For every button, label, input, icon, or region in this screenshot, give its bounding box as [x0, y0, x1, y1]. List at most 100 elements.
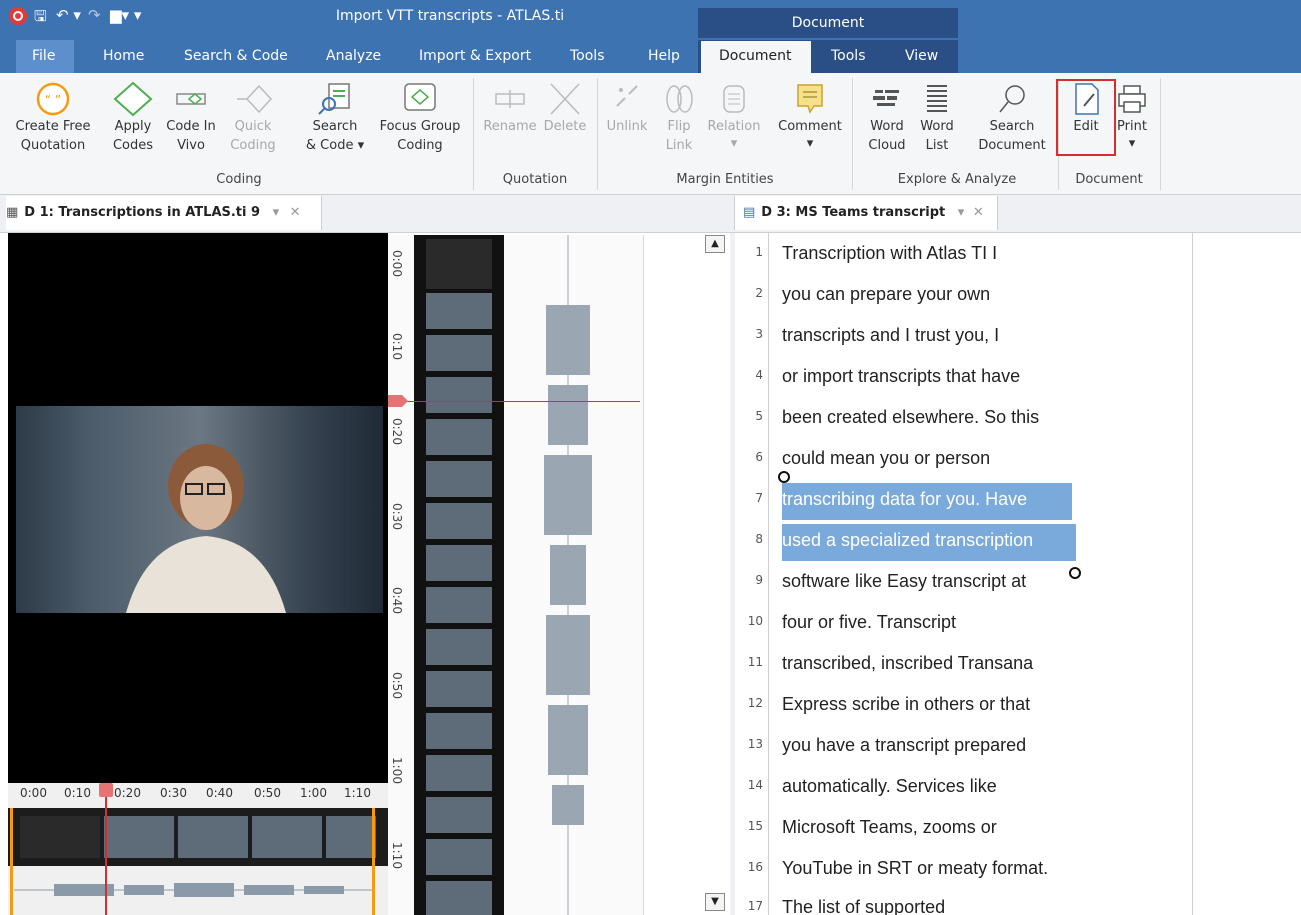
separator [597, 78, 598, 190]
search-code-button[interactable]: Search & Code ▾ [300, 82, 370, 156]
tab-tools[interactable]: Tools [570, 48, 605, 64]
transcript-line-selected[interactable]: used a specialized transcription [782, 530, 1033, 551]
tab-menu-icon[interactable]: ▾ [958, 205, 965, 220]
tab-tools-context[interactable]: Tools [831, 48, 866, 64]
quotation-group-label: Quotation [502, 172, 568, 187]
quick-coding-button[interactable]: Quick Coding [226, 82, 280, 156]
line-number: 10 [747, 614, 763, 628]
relation-button[interactable]: Relation ▾ [704, 82, 764, 154]
playhead-handle[interactable] [99, 783, 113, 797]
transcript-line[interactable]: Microsoft Teams, zooms or [782, 817, 997, 838]
unlink-button[interactable]: Unlink [604, 82, 650, 137]
ruler-label: 0:30 [390, 503, 404, 530]
coding-group-label: Coding [216, 172, 262, 187]
gutter-line [768, 233, 769, 915]
transcript-line[interactable]: transcribed, inscribed Transana [782, 653, 1033, 674]
transcript-line[interactable]: software like Easy transcript at [782, 571, 1026, 592]
quick-access-icon[interactable]: ▆▾ ▾ [110, 6, 141, 24]
horizontal-waveform [14, 878, 372, 902]
ruler-label: 0:10 [390, 333, 404, 360]
transcript-line[interactable]: you have a transcript prepared [782, 735, 1026, 756]
word-cloud-button[interactable]: Word Cloud [862, 82, 912, 156]
transcript-line[interactable]: could mean you or person [782, 448, 990, 469]
line-number: 7 [755, 491, 763, 505]
timeline-label: 1:10 [344, 786, 371, 800]
vertical-waveform [504, 235, 644, 915]
rename-button[interactable]: Rename [480, 82, 540, 137]
ruler-label: 0:20 [390, 418, 404, 445]
transcript-line[interactable]: been created elsewhere. So this [782, 407, 1039, 428]
divider [643, 235, 644, 915]
code-in-vivo-button[interactable]: Code In Vivo [162, 82, 220, 156]
line-number: 2 [755, 286, 763, 300]
print-icon [1118, 85, 1146, 113]
line-number: 12 [747, 696, 763, 710]
timeline-label: 0:20 [114, 786, 141, 800]
timeline-label: 0:50 [254, 786, 281, 800]
left-scrollbar[interactable] [702, 233, 728, 915]
tab-search-code[interactable]: Search & Code [184, 48, 288, 64]
line-number: 9 [755, 573, 763, 587]
flip-link-button[interactable]: Flip Link [656, 82, 702, 156]
transcript-line[interactable]: you can prepare your own [782, 284, 990, 305]
transcript-line[interactable]: automatically. Services like [782, 776, 997, 797]
tab-document[interactable]: Document [719, 48, 792, 64]
undo-icon[interactable]: ↶ ▾ [56, 6, 81, 24]
transcript-line[interactable]: Express scribe in others or that [782, 694, 1030, 715]
transcript-line[interactable]: The list of supported [782, 897, 945, 915]
doc-tab-right[interactable]: ▤ D 3: MS Teams transcript ▾ ✕ [734, 196, 998, 230]
video-frame [16, 406, 383, 613]
tab-file[interactable]: File [32, 48, 55, 64]
transcript-line[interactable]: four or five. Transcript [782, 612, 956, 633]
search-document-button[interactable]: Search Document [974, 82, 1050, 156]
comment-button[interactable]: Comment ▾ [774, 82, 846, 154]
doc-tab-left[interactable]: ▦ D 1: Transcriptions in ATLAS.ti 9 ▾ ✕ [6, 196, 322, 230]
tab-menu-icon[interactable]: ▾ [273, 205, 280, 220]
scroll-up-icon[interactable]: ▲ [705, 235, 725, 253]
word-list-button[interactable]: Word List [914, 82, 960, 156]
code-in-vivo-icon [176, 93, 206, 105]
delete-button[interactable]: Delete [541, 82, 589, 137]
tab-import-export[interactable]: Import & Export [419, 48, 531, 64]
line-number: 17 [747, 899, 763, 913]
selection-handle-end[interactable] [1069, 567, 1081, 579]
playhead-line[interactable] [105, 785, 107, 915]
word-list-icon [927, 85, 947, 112]
tab-home[interactable]: Home [103, 48, 144, 64]
scroll-down-icon[interactable]: ▼ [705, 893, 725, 911]
trim-handle-right[interactable] [372, 808, 375, 915]
margin-entities-group-label: Margin Entities [676, 172, 774, 187]
explore-analyze-group-label: Explore & Analyze [897, 172, 1017, 187]
focus-group-coding-button[interactable]: Focus Group Coding [376, 82, 464, 156]
transcript-line[interactable]: or import transcripts that have [782, 366, 1020, 387]
close-icon[interactable]: ✕ [290, 205, 301, 220]
selection-handle-start[interactable] [778, 471, 790, 483]
line-number: 16 [747, 860, 763, 874]
transcript-line[interactable]: YouTube in SRT or meaty format. [782, 858, 1048, 879]
apply-codes-button[interactable]: Apply Codes [106, 82, 160, 156]
apply-codes-icon [113, 82, 153, 116]
filmstrip-frames [20, 816, 376, 858]
atlas-logo-icon[interactable] [8, 6, 28, 30]
transcript-line[interactable]: transcripts and I trust you, I [782, 325, 999, 346]
print-button[interactable]: Print ▾ [1112, 82, 1152, 154]
save-icon[interactable]: 🖫 [34, 6, 47, 31]
separator [1160, 78, 1161, 190]
transcript-line-selected[interactable]: transcribing data for you. Have [782, 489, 1027, 510]
trim-handle-left[interactable] [10, 808, 13, 915]
horizontal-filmstrip[interactable] [8, 808, 388, 866]
tab-view[interactable]: View [905, 48, 938, 64]
ruler-label: 0:00 [390, 250, 404, 277]
search-code-icon [318, 83, 350, 115]
redo-icon[interactable]: ↷ [88, 6, 101, 24]
transcript-line[interactable]: Transcription with Atlas TI I [782, 243, 997, 264]
ruler-label: 0:40 [390, 587, 404, 614]
create-free-quotation-button[interactable]: “ ” Create Free Quotation [14, 82, 92, 156]
vertical-filmstrip[interactable] [414, 235, 504, 915]
rename-icon [495, 90, 525, 108]
tab-help[interactable]: Help [648, 48, 680, 64]
context-header: Document [698, 8, 958, 38]
tab-analyze[interactable]: Analyze [326, 48, 381, 64]
title-bar [0, 0, 1301, 40]
close-icon[interactable]: ✕ [973, 205, 984, 220]
